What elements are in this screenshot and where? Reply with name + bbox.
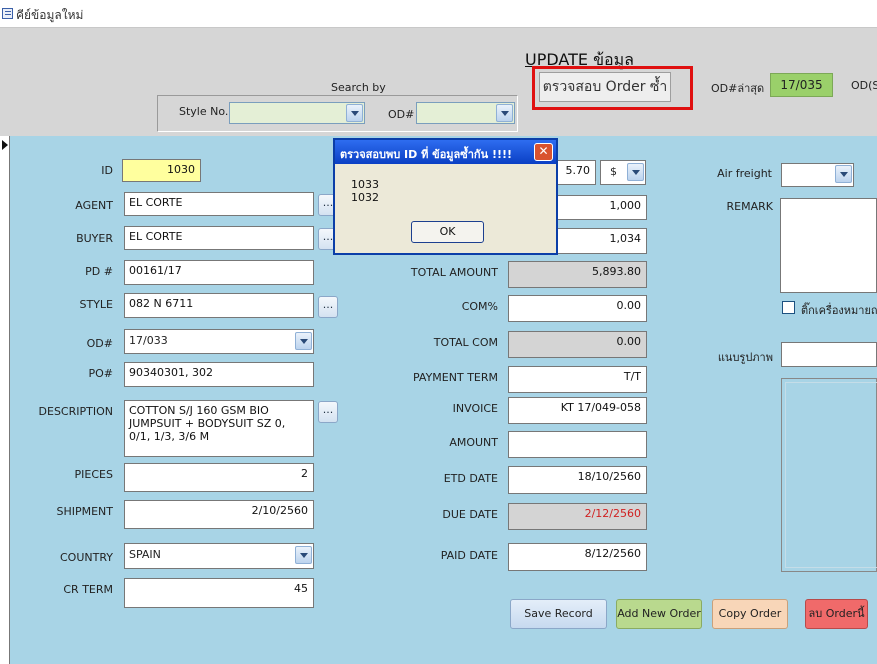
mark-checkbox[interactable] (782, 301, 795, 314)
record-selector[interactable] (0, 136, 10, 664)
country-combo[interactable]: SPAIN (124, 543, 314, 569)
com-label: COM% (461, 300, 498, 313)
close-icon[interactable]: ✕ (534, 143, 553, 161)
id-field[interactable]: 1030 (122, 159, 201, 182)
window-title: คีย์ข้อมูลใหม่ (16, 8, 84, 22)
pieces-field[interactable]: 2 (124, 463, 314, 492)
form-icon (2, 8, 13, 19)
cr-term-field[interactable]: 45 (124, 578, 314, 608)
od-search-label: OD# (388, 108, 415, 121)
delete-order-button[interactable]: ลบ Orderนี้ (805, 599, 868, 629)
style-lookup-button[interactable]: ... (318, 296, 338, 318)
duplicate-id-dialog: ตรวจสอบพบ ID ที่ ข้อมูลซ้ำกัน !!!! ✕ 103… (333, 138, 558, 255)
paid-date-label: PAID DATE (440, 549, 498, 562)
highlight-box (532, 66, 693, 110)
pd-label: PD # (85, 265, 113, 278)
paid-date-field[interactable]: 8/12/2560 (508, 543, 647, 571)
total-com-label: TOTAL COM (433, 336, 498, 349)
form-header: UPDATE ข้อมูล Search by Style No. OD# ตร… (0, 28, 877, 136)
etd-date-label: ETD DATE (443, 472, 498, 485)
style-no-label: Style No. (179, 105, 229, 118)
od-combo[interactable]: 17/033 (124, 329, 314, 354)
remark-label: REMARK (726, 200, 773, 213)
save-record-button[interactable]: Save Record (510, 599, 607, 629)
add-new-order-button[interactable]: Add New Order (616, 599, 702, 629)
style-field[interactable]: 082 N 6711 (124, 293, 314, 318)
total-amount-label: TOTAL AMOUNT (410, 266, 498, 279)
amount-label: AMOUNT (449, 436, 498, 449)
copy-order-button[interactable]: Copy Order (712, 599, 788, 629)
cr-term-label: CR TERM (63, 583, 113, 596)
search-by-label: Search by (331, 81, 386, 94)
due-date-label: DUE DATE (442, 508, 498, 521)
remark-field[interactable] (780, 198, 877, 293)
po-field[interactable]: 90340301, 302 (124, 362, 314, 387)
od-search-combo[interactable] (416, 102, 515, 124)
currency-combo-value: $ (610, 165, 617, 178)
image-frame (781, 378, 877, 572)
buyer-field[interactable]: EL CORTE (124, 226, 314, 250)
pd-field[interactable]: 00161/17 (124, 260, 314, 285)
description-label: DESCRIPTION (38, 405, 113, 418)
total-com-field: 0.00 (508, 331, 647, 358)
amount-field[interactable] (508, 431, 647, 458)
air-freight-combo[interactable] (781, 163, 854, 187)
invoice-field[interactable]: KT 17/049-058 (508, 397, 647, 424)
dialog-title: ตรวจสอบพบ ID ที่ ข้อมูลซ้ำกัน !!!! (335, 140, 556, 164)
od-last-value: 17/035 (770, 73, 833, 97)
current-record-arrow-icon (2, 140, 8, 150)
agent-label: AGENT (75, 199, 113, 212)
chevron-down-icon[interactable] (627, 163, 644, 181)
attach-image-label: แนบรูปภาพ (717, 351, 773, 364)
dialog-message: 1033 1032 (351, 178, 379, 204)
qty2-field[interactable]: 1,034 (553, 228, 647, 254)
com-field[interactable]: 0.00 (508, 295, 647, 322)
buyer-label: BUYER (76, 232, 113, 245)
mark-checkbox-label: ติ๊กเครื่องหมายถ (801, 304, 877, 317)
description-field[interactable]: COTTON S/J 160 GSM BIO JUMPSUIT + BODYSU… (124, 400, 314, 457)
style-no-search-combo[interactable] (229, 102, 365, 124)
payment-term-label: PAYMENT TERM (412, 371, 498, 384)
invoice-label: INVOICE (452, 402, 498, 415)
chevron-down-icon[interactable] (346, 104, 363, 122)
etd-date-field[interactable]: 18/10/2560 (508, 466, 647, 494)
currency-combo[interactable]: $ (600, 160, 646, 185)
country-combo-value: SPAIN (129, 548, 161, 561)
po-label: PO# (88, 367, 113, 380)
od-combo-value: 17/033 (129, 334, 168, 347)
due-date-field: 2/12/2560 (508, 503, 647, 530)
price-field[interactable]: 5.70 (553, 160, 596, 185)
country-label: COUNTRY (60, 551, 113, 564)
chevron-down-icon[interactable] (295, 546, 312, 564)
total-amount-field: 5,893.80 (508, 261, 647, 288)
agent-field[interactable]: EL CORTE (124, 192, 314, 216)
air-freight-label: Air freight (717, 167, 772, 180)
attach-image-field[interactable] (781, 342, 877, 367)
shipment-label: SHIPMENT (56, 505, 113, 518)
style-label: STYLE (79, 298, 114, 311)
od-label: OD# (86, 337, 113, 350)
chevron-down-icon[interactable] (496, 104, 513, 122)
chevron-down-icon[interactable] (835, 165, 852, 183)
pieces-label: PIECES (74, 468, 113, 481)
image-placeholder (785, 382, 877, 568)
od-last-label: OD#ล่าสุด (711, 82, 765, 95)
payment-term-field[interactable]: T/T (508, 366, 647, 393)
id-label: ID (101, 164, 113, 177)
window-titlebar: คีย์ข้อมูลใหม่ (0, 0, 877, 28)
qty-field[interactable]: 1,000 (553, 195, 647, 220)
description-lookup-button[interactable]: ... (318, 401, 338, 423)
chevron-down-icon[interactable] (295, 332, 312, 350)
od-s-label: OD(S (851, 79, 877, 92)
ok-button[interactable]: OK (411, 221, 484, 243)
shipment-field[interactable]: 2/10/2560 (124, 500, 314, 529)
